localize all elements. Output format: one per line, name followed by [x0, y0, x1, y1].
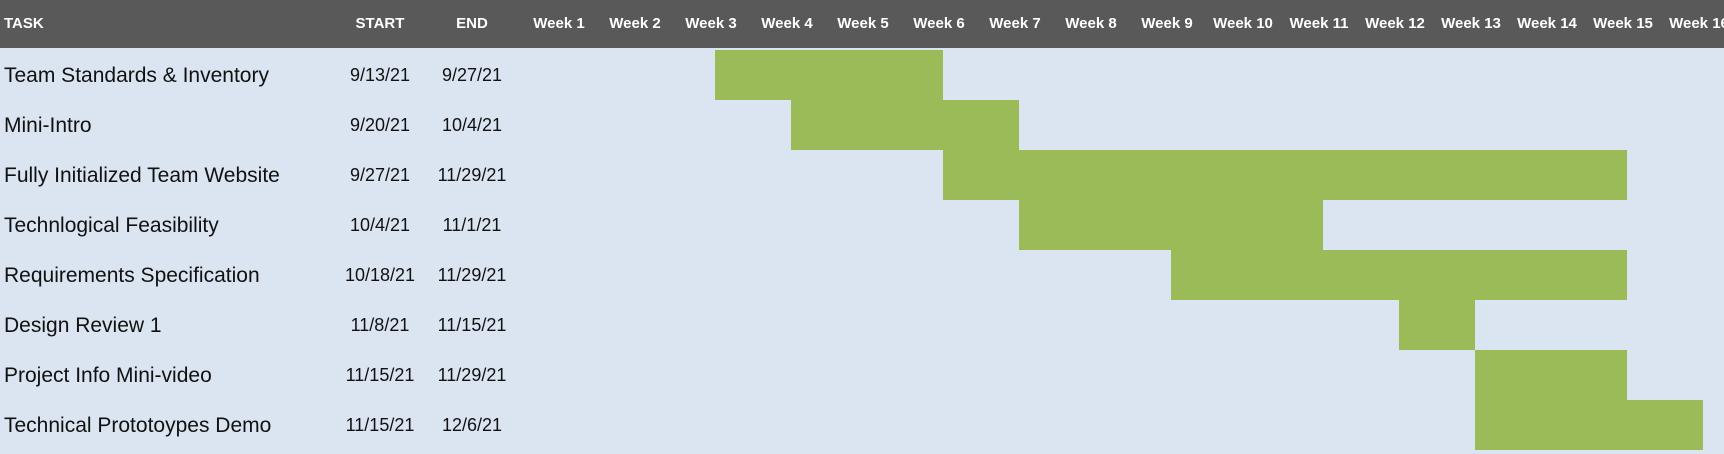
- week-header-14: Week 14: [1517, 15, 1577, 32]
- header-start: START: [355, 15, 405, 32]
- task-start-date: 9/27/21: [349, 165, 411, 185]
- week-header-3: Week 3: [685, 15, 737, 32]
- task-start-date: 9/13/21: [349, 65, 411, 85]
- task-row: Design Review 1 11/8/21 11/15/21: [0, 298, 1724, 348]
- week-header-16: Week 16: [1669, 15, 1724, 32]
- task-name: Design Review 1: [4, 314, 162, 337]
- week-header-12: Week 12: [1365, 15, 1425, 32]
- task-row: Technlogical Feasibility 10/4/21 11/1/21: [0, 198, 1724, 248]
- task-name: Requirements Specification: [4, 264, 260, 287]
- header-end: END: [456, 15, 488, 32]
- week-header-15: Week 15: [1593, 15, 1653, 32]
- task-row: Technical Prototoypes Demo 11/15/21 12/6/2…: [0, 398, 1724, 448]
- week-header-6: Week 6: [913, 15, 965, 32]
- task-row: Fully Initialized Team Website 9/27/21 11/…: [0, 148, 1724, 198]
- week-header-10: Week 10: [1213, 15, 1273, 32]
- task-end-date: 9/27/21: [441, 65, 503, 85]
- task-name: Technlogical Feasibility: [4, 214, 219, 237]
- task-start-date: 10/4/21: [349, 215, 411, 235]
- header-task: TASK: [4, 15, 44, 32]
- week-header-2: Week 2: [609, 15, 661, 32]
- task-end-date: 11/29/21: [437, 165, 507, 185]
- week-header-8: Week 8: [1065, 15, 1117, 32]
- week-header-11: Week 11: [1289, 15, 1349, 32]
- week-header-4: Week 4: [761, 15, 813, 32]
- week-header-7: Week 7: [989, 15, 1041, 32]
- task-end-date: 11/29/21: [437, 365, 507, 385]
- task-start-date: 9/20/21: [349, 115, 411, 135]
- gantt-header: TASK START END Week 1 Week 2 Week 3 Week 4 W…: [0, 0, 1724, 48]
- task-start-date: 11/15/21: [345, 415, 415, 435]
- task-end-date: 11/29/21: [437, 265, 507, 285]
- week-header-13: Week 13: [1441, 15, 1501, 32]
- task-name: Fully Initialized Team Website: [4, 164, 280, 187]
- task-end-date: 10/4/21: [441, 115, 503, 135]
- week-header-5: Week 5: [837, 15, 889, 32]
- task-end-date: 12/6/21: [441, 415, 503, 435]
- task-name: Team Standards & Inventory: [4, 64, 269, 87]
- task-end-date: 11/15/21: [437, 315, 507, 335]
- task-row: Team Standards & Inventory 9/13/21 9/27/21: [0, 48, 1724, 98]
- task-start-date: 10/18/21: [344, 265, 416, 285]
- week-header-1: Week 1: [533, 15, 585, 32]
- task-row: Project Info Mini-video 11/15/21 11/29/21: [0, 348, 1724, 398]
- task-start-date: 11/8/21: [350, 315, 410, 335]
- task-row: Mini-Intro 9/20/21 10/4/21: [0, 98, 1724, 148]
- task-name: Mini-Intro: [4, 114, 92, 137]
- week-header-9: Week 9: [1141, 15, 1193, 32]
- task-row: Requirements Specification 10/18/21 11/29/…: [0, 248, 1724, 298]
- task-name: Technical Prototoypes Demo: [4, 414, 272, 437]
- gantt-grid: Team Standards & Inventory 9/13/21 9/27/21…: [0, 48, 1724, 450]
- task-start-date: 11/15/21: [345, 365, 415, 385]
- task-end-date: 11/1/21: [442, 215, 502, 235]
- task-name: Project Info Mini-video: [4, 364, 212, 387]
